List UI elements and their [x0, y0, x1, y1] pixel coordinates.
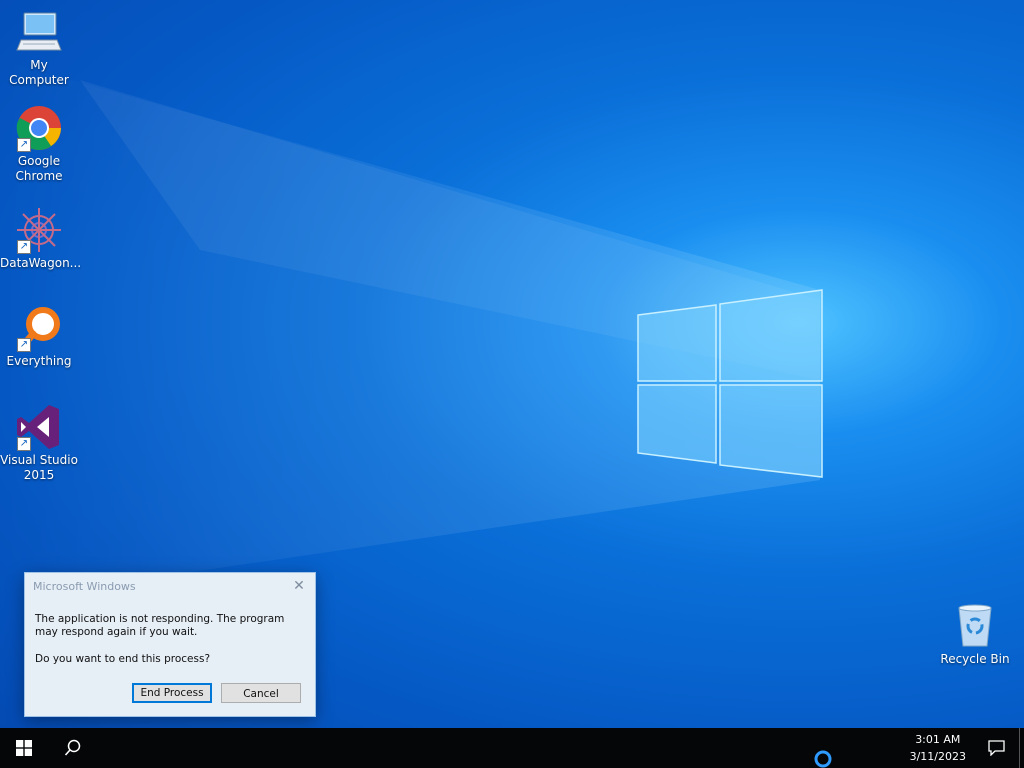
- computer-icon: [15, 8, 63, 56]
- shortcut-arrow-icon: ↗: [17, 240, 31, 254]
- cortana-icon: [814, 750, 832, 768]
- notifications-icon: [988, 740, 1005, 756]
- desktop-icon-label: Google Chrome: [15, 154, 63, 183]
- recycle-bin-icon: [951, 602, 999, 650]
- desktop-icon-my-computer[interactable]: My Computer: [0, 8, 78, 88]
- close-icon[interactable]: ✕: [289, 576, 309, 596]
- dialog-title: Microsoft Windows: [33, 580, 136, 593]
- shortcut-arrow-icon: ↗: [17, 138, 31, 152]
- clock-time: 3:01 AM: [915, 733, 961, 746]
- shortcut-arrow-icon: ↗: [17, 338, 31, 352]
- not-responding-dialog: Microsoft Windows ✕ The application is n…: [24, 572, 316, 717]
- desktop-icon-label: Visual Studio 2015: [0, 453, 78, 482]
- desktop-icon-label: Everything: [6, 354, 72, 368]
- start-button[interactable]: [0, 728, 48, 768]
- chrome-icon: ↗: [15, 104, 63, 152]
- desktop-icon-label: DataWagon...: [0, 256, 82, 270]
- desktop-icon-visual-studio-2015[interactable]: ↗ Visual Studio 2015: [0, 403, 78, 483]
- desktop-icon-label: My Computer: [9, 58, 69, 87]
- desktop-icon-google-chrome[interactable]: ↗ Google Chrome: [0, 104, 78, 184]
- datawagon-icon: ↗: [15, 206, 63, 254]
- magnifier-icon: ↗: [15, 304, 63, 352]
- end-process-button[interactable]: End Process: [132, 683, 212, 703]
- visual-studio-icon: ↗: [15, 403, 63, 451]
- cancel-button[interactable]: Cancel: [221, 683, 301, 703]
- search-icon: [64, 739, 81, 756]
- action-center-button[interactable]: [976, 728, 1016, 768]
- desktop-icon-everything[interactable]: ↗ Everything: [0, 304, 78, 369]
- desktop-icon-datawagon[interactable]: ↗ DataWagon...: [0, 206, 82, 271]
- show-desktop-button[interactable]: [1019, 728, 1024, 768]
- clock-date: 3/11/2023: [909, 750, 966, 763]
- search-button[interactable]: [48, 728, 96, 768]
- desktop-icon-recycle-bin[interactable]: Recycle Bin: [936, 602, 1014, 667]
- shortcut-arrow-icon: ↗: [17, 437, 31, 451]
- taskbar-clock[interactable]: 3:01 AM 3/11/2023: [910, 731, 966, 765]
- desktop-icon-label: Recycle Bin: [940, 652, 1010, 666]
- taskbar: 3:01 AM 3/11/2023: [0, 728, 1024, 768]
- cortana-button[interactable]: [806, 728, 840, 768]
- dialog-message: The application is not responding. The p…: [35, 613, 285, 638]
- windows-logo-wallpaper: [637, 289, 823, 478]
- dialog-question: Do you want to end this process?: [35, 653, 211, 665]
- windows-start-icon: [16, 740, 32, 756]
- dialog-titlebar[interactable]: Microsoft Windows ✕: [25, 573, 315, 600]
